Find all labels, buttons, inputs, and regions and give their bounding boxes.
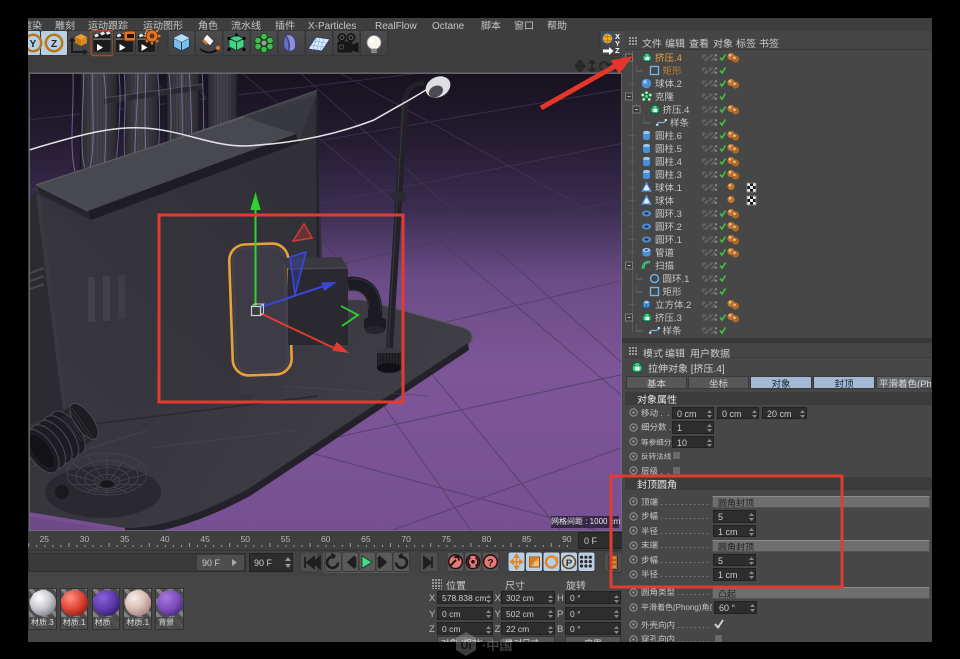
svg-text:·中国: ·中国 [482,635,512,654]
svg-text:Ui: Ui [461,637,472,653]
